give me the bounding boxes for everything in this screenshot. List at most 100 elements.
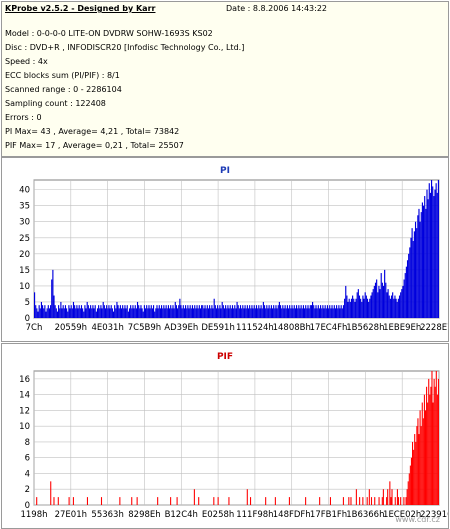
pi-bar [326, 305, 329, 318]
pi-bar [281, 308, 283, 318]
pi-bar [299, 308, 301, 318]
pi-bar [50, 305, 52, 318]
pi-bar [304, 308, 306, 318]
pif-bar [434, 386, 436, 505]
pi-bar [432, 186, 434, 318]
pi-bar [355, 298, 357, 318]
pi-bar [365, 295, 367, 318]
pi-bar [387, 289, 389, 318]
pi-bar [217, 305, 219, 318]
pif-bar [193, 489, 195, 505]
pi-bar [125, 308, 127, 318]
pi-bar [213, 298, 215, 318]
pi-bar [155, 308, 157, 318]
pi-bar [259, 308, 261, 318]
pi-bar [214, 305, 216, 318]
pi-bar [59, 308, 61, 318]
pi-bar [358, 295, 361, 318]
pi-xtick-label: 7Ch [26, 323, 43, 333]
pi-bar [75, 308, 77, 318]
pi-xtick-label: 20559h [55, 323, 87, 333]
pi-bar [130, 305, 132, 318]
pi-bar [116, 301, 118, 318]
pi-ytick-label: 40 [19, 186, 30, 196]
pi-xtick-label: 17EC4Fh [310, 323, 348, 333]
pi-bar [146, 305, 148, 318]
pi-bar [76, 305, 78, 318]
pif-bar [119, 497, 121, 505]
pi-bar [329, 305, 331, 318]
pi-bar [67, 311, 69, 318]
pif-bar [305, 497, 307, 505]
info-pi-stats: PI Max= 43 , Average= 4,21 , Total= 7384… [5, 127, 180, 136]
pif-bar [50, 481, 52, 505]
pi-bar [55, 308, 57, 318]
pi-bar [292, 308, 294, 318]
pif-bar [416, 426, 418, 505]
pi-bar [332, 308, 334, 318]
pi-bar [293, 305, 295, 318]
pi-bar [396, 301, 398, 318]
pi-bar [286, 305, 288, 318]
pi-bar [229, 305, 231, 318]
pi-bar [64, 305, 67, 318]
pi-bar [188, 308, 190, 318]
pi-bar [88, 308, 91, 318]
pi-bar [62, 305, 64, 318]
info-pif-stats: PIF Max= 17 , Average= 0,21 , Total= 255… [5, 141, 184, 150]
pif-bar [436, 394, 438, 505]
pi-bar [402, 285, 404, 318]
pi-bar [51, 279, 53, 318]
pi-bar [405, 266, 407, 318]
pi-bar [318, 308, 321, 318]
pi-bar [215, 308, 218, 318]
pi-bar [352, 295, 354, 318]
pi-bar [247, 308, 250, 318]
pi-bar [177, 308, 179, 318]
pi-bar [341, 308, 343, 318]
pi-bar [186, 308, 188, 318]
pi-bar [180, 305, 182, 318]
pi-bar [314, 308, 316, 318]
pif-bar [382, 489, 384, 505]
pi-bar [390, 295, 393, 318]
pi-xtick-label: 111524h [236, 323, 274, 333]
pi-bar [243, 308, 245, 318]
pi-bar [344, 298, 346, 318]
pi-bar [157, 308, 159, 318]
pi-bar [108, 305, 110, 318]
pi-bar [426, 189, 428, 318]
pif-bar [429, 394, 431, 505]
pif-bar [381, 497, 383, 505]
pif-bar [437, 378, 439, 505]
pif-chart-panel: PIF 0 2 4 6 8 10 12 14 16 1198h 27E01h 55363h 8298Eh… [1, 343, 449, 529]
pi-bar [138, 305, 140, 318]
pif-bar [410, 457, 412, 505]
pi-bar [141, 308, 143, 318]
pi-bar [182, 305, 184, 318]
pif-bar [176, 497, 178, 505]
pi-bar [71, 308, 73, 318]
pi-bar [246, 305, 248, 318]
info-sampling: Sampling count : 122408 [5, 99, 106, 108]
pi-bar [420, 212, 422, 318]
pif-bar [170, 497, 172, 505]
pi-bar [320, 305, 322, 318]
pif-xtick-label: 8298Eh [128, 510, 160, 520]
pi-bar [324, 305, 326, 318]
pi-bar [84, 305, 86, 318]
pif-ytick-label: 14 [19, 391, 30, 401]
pi-bar [156, 305, 158, 318]
pif-ytick-label: 10 [19, 422, 30, 432]
pi-bar [43, 308, 45, 318]
pi-bar [277, 305, 279, 318]
pi-bar [334, 308, 337, 318]
pi-bar [242, 305, 244, 318]
pif-bar [386, 497, 388, 505]
pi-bar [83, 311, 85, 318]
info-panel: KProbe v2.5.2 - Designed by Karr Date : … [1, 1, 449, 157]
pi-bar [394, 295, 396, 318]
pi-bar [159, 308, 161, 318]
pi-bar [122, 305, 124, 318]
pi-bar [412, 240, 414, 318]
